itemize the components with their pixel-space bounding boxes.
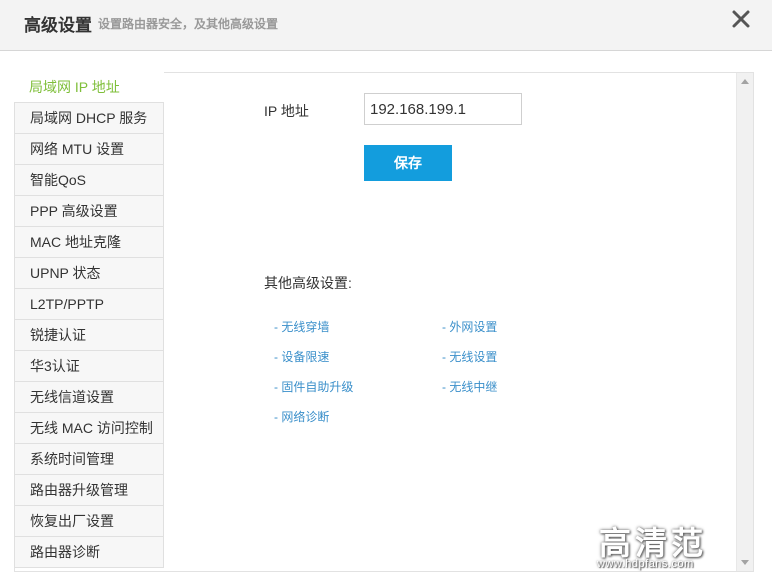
dialog-title: 高级设置 bbox=[24, 16, 92, 35]
main-panel: IP 地址 保存 其他高级设置: - 无线穿墙 - 外网设置 - 设备限速 - … bbox=[164, 72, 738, 572]
other-settings-title: 其他高级设置: bbox=[264, 275, 352, 291]
link-wifi-settings[interactable]: - 无线设置 bbox=[442, 348, 497, 365]
sidebar-item-system-time[interactable]: 系统时间管理 bbox=[14, 444, 164, 475]
link-wifi-boost[interactable]: - 无线穿墙 bbox=[274, 318, 329, 335]
link-device-speed-limit[interactable]: - 设备限速 bbox=[274, 348, 329, 365]
sidebar-item-ppp[interactable]: PPP 高级设置 bbox=[14, 196, 164, 227]
save-button[interactable]: 保存 bbox=[364, 145, 452, 181]
scroll-up-icon[interactable] bbox=[741, 79, 749, 84]
watermark-logo: 高清范 www.hdpfans.com bbox=[593, 518, 711, 574]
vertical-scrollbar[interactable] bbox=[736, 73, 753, 571]
dialog-subtitle: 设置路由器安全，及其他高级设置 bbox=[98, 17, 279, 31]
link-network-diagnose[interactable]: - 网络诊断 bbox=[274, 408, 329, 425]
link-wan-settings[interactable]: - 外网设置 bbox=[442, 318, 497, 335]
sidebar-item-diagnose[interactable]: 路由器诊断 bbox=[14, 537, 164, 568]
close-icon[interactable] bbox=[730, 8, 752, 30]
ip-address-label: IP 地址 bbox=[264, 103, 309, 119]
sidebar: 局域网 IP 地址 局域网 DHCP 服务 网络 MTU 设置 智能QoS PP… bbox=[14, 72, 164, 568]
sidebar-item-l2tp-pptp[interactable]: L2TP/PPTP bbox=[14, 289, 164, 320]
sidebar-item-lan-dhcp[interactable]: 局域网 DHCP 服务 bbox=[14, 103, 164, 134]
sidebar-item-mac-clone[interactable]: MAC 地址克隆 bbox=[14, 227, 164, 258]
sidebar-item-wifi-mac-acl[interactable]: 无线 MAC 访问控制 bbox=[14, 413, 164, 444]
ip-address-input[interactable] bbox=[364, 93, 522, 125]
sidebar-item-wifi-channel[interactable]: 无线信道设置 bbox=[14, 382, 164, 413]
sidebar-item-h3c[interactable]: 华3认证 bbox=[14, 351, 164, 382]
sidebar-item-factory-reset[interactable]: 恢复出厂设置 bbox=[14, 506, 164, 537]
sidebar-item-upnp[interactable]: UPNP 状态 bbox=[14, 258, 164, 289]
sidebar-item-upgrade[interactable]: 路由器升级管理 bbox=[14, 475, 164, 506]
link-wifi-repeater[interactable]: - 无线中继 bbox=[442, 378, 497, 395]
sidebar-item-ruijie[interactable]: 锐捷认证 bbox=[14, 320, 164, 351]
sidebar-item-qos[interactable]: 智能QoS bbox=[14, 165, 164, 196]
watermark-url: www.hdpfans.com bbox=[597, 558, 694, 570]
sidebar-item-mtu[interactable]: 网络 MTU 设置 bbox=[14, 134, 164, 165]
scroll-down-icon[interactable] bbox=[741, 560, 749, 565]
link-firmware-upgrade[interactable]: - 固件自助升级 bbox=[274, 378, 353, 395]
dialog-header: 高级设置 设置路由器安全，及其他高级设置 bbox=[0, 0, 772, 51]
sidebar-item-lan-ip[interactable]: 局域网 IP 地址 bbox=[14, 72, 164, 103]
